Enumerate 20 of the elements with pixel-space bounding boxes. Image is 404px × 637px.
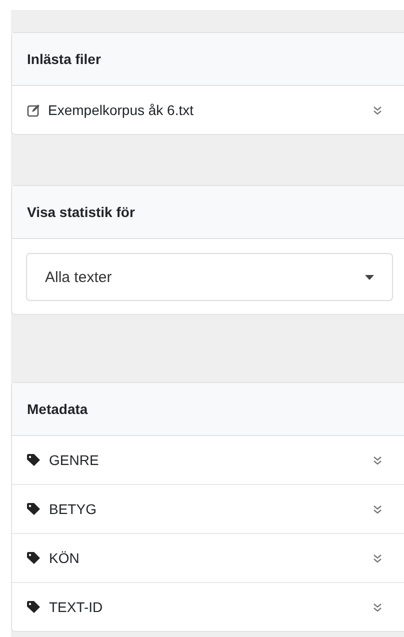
panel-title: Metadata [27, 401, 88, 417]
metadata-item[interactable]: TEXT-ID [12, 582, 404, 631]
tag-icon [27, 503, 41, 515]
panel-title: Visa statistik för [27, 204, 135, 220]
double-chevron-icon [373, 602, 382, 612]
double-chevron-icon [373, 456, 382, 464]
tag-icon [27, 454, 41, 466]
select-field[interactable]: Alla texter [26, 253, 393, 301]
double-chevron-icon [373, 554, 382, 562]
edit-icon [27, 104, 40, 116]
file-item[interactable]: Exempelkorpus åk 6.txt [12, 86, 404, 134]
tag-icon [27, 552, 41, 564]
double-chevron-icon [373, 504, 382, 514]
double-chevron-icon [373, 106, 382, 114]
metadata-item[interactable]: BETYG [12, 484, 404, 533]
caret-icon [365, 274, 374, 280]
panel-title: Inlästa filer [27, 51, 101, 67]
tag-icon [27, 601, 41, 613]
metadata-item[interactable]: KÖN [12, 533, 404, 582]
metadata-item[interactable]: GENRE [12, 436, 404, 484]
